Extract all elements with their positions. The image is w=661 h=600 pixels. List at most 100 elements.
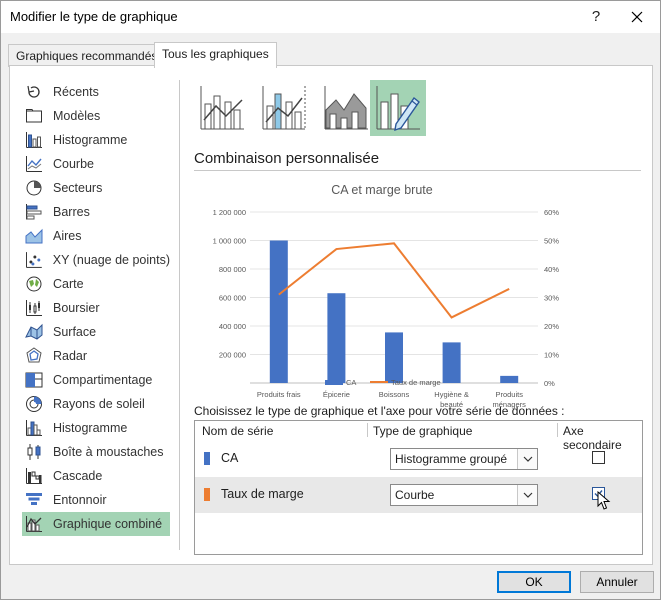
line-chart-icon bbox=[26, 156, 42, 172]
area-chart-icon bbox=[25, 228, 43, 244]
sidebar-item-column-chart[interactable]: Histogramme bbox=[22, 128, 170, 152]
sidebar-item-stock-chart[interactable]: Boursier bbox=[22, 296, 170, 320]
y2-tick-label: 20% bbox=[544, 322, 559, 331]
all-charts-panel: Récents Modèles Histogramme Courbe Secteurs B… bbox=[9, 65, 653, 565]
line-taux-de-marge bbox=[278, 242, 510, 319]
sidebar-item-map-chart[interactable]: Carte bbox=[22, 272, 170, 296]
sidebar-item-label: Histogramme bbox=[53, 133, 128, 147]
bar-ca bbox=[385, 332, 403, 383]
sidebar-item-line-chart[interactable]: Courbe bbox=[22, 152, 170, 176]
ok-button[interactable]: OK bbox=[497, 571, 571, 593]
sunburst-chart-icon bbox=[26, 396, 42, 412]
combo-clustered-column-line-option[interactable] bbox=[194, 80, 250, 136]
sidebar-item-recent[interactable]: Récents bbox=[22, 80, 170, 104]
series-prompt: Choisissez le type de graphique et l'axe… bbox=[194, 404, 565, 418]
series-row-taux-de-marge[interactable]: Taux de marge Courbe bbox=[195, 477, 642, 513]
y-tick-label: 400 000 bbox=[219, 322, 246, 331]
section-divider bbox=[194, 170, 641, 171]
x-tick-label: Produits frais bbox=[257, 390, 301, 399]
sidebar-item-surface-chart[interactable]: Surface bbox=[22, 320, 170, 344]
sidebar-item-waterfall-chart[interactable]: Cascade bbox=[22, 464, 170, 488]
sidebar-item-label: Aires bbox=[53, 229, 82, 243]
legend-label-ca: CA bbox=[346, 378, 356, 387]
combo-area-column-option[interactable] bbox=[318, 80, 374, 136]
bar-ca bbox=[500, 375, 519, 383]
y2-tick-label: 10% bbox=[544, 351, 559, 360]
section-title: Combinaison personnalisée bbox=[194, 150, 380, 167]
y2-tick-label: 40% bbox=[544, 265, 559, 274]
sidebar-divider bbox=[179, 80, 180, 550]
sidebar-item-label: Récents bbox=[53, 85, 99, 99]
dropdown-button[interactable] bbox=[517, 485, 537, 505]
sidebar-item-area-chart[interactable]: Aires bbox=[22, 224, 170, 248]
dropdown-button[interactable] bbox=[517, 449, 537, 469]
custom-combination-option[interactable] bbox=[370, 80, 426, 136]
header-chart-type: Type de graphique bbox=[373, 424, 473, 438]
title-bar: Modifier le type de graphique ? bbox=[1, 1, 660, 33]
series-table: Nom de série Type de graphique Axe secon… bbox=[194, 420, 643, 555]
sidebar-item-label: Boursier bbox=[53, 301, 100, 315]
combo-column-line-secondary-option[interactable] bbox=[256, 80, 312, 136]
sidebar-item-histogram-chart[interactable]: Histogramme bbox=[22, 416, 170, 440]
sidebar-item-label: Courbe bbox=[53, 157, 94, 171]
scatter-chart-icon bbox=[25, 252, 42, 268]
chart-type-select[interactable]: Courbe bbox=[390, 484, 538, 506]
column-line-secondary-thumbnail-icon bbox=[262, 86, 306, 130]
sidebar-item-scatter-chart[interactable]: XY (nuage de points) bbox=[22, 248, 170, 272]
bar-ca bbox=[327, 293, 346, 383]
chart-type-value: Courbe bbox=[395, 488, 435, 502]
tab-recommended-charts[interactable]: Graphiques recommandés bbox=[8, 44, 166, 67]
series-color-swatch bbox=[204, 488, 210, 501]
chart-preview-svg: CA et marge brute 0% 200 000 10% 400 000 20% 6… bbox=[213, 183, 560, 409]
recent-icon bbox=[27, 85, 40, 98]
help-button[interactable]: ? bbox=[586, 6, 606, 28]
map-chart-icon bbox=[26, 276, 42, 292]
sidebar-item-label: Modèles bbox=[53, 109, 101, 123]
y-tick-label: 1 000 000 bbox=[213, 237, 246, 246]
chart-title: CA et marge brute bbox=[331, 183, 432, 197]
series-color-swatch bbox=[204, 452, 210, 465]
y-tick-label: 1 200 000 bbox=[213, 208, 246, 217]
cancel-button[interactable]: Annuler bbox=[580, 571, 654, 593]
sidebar-item-sunburst-chart[interactable]: Rayons de soleil bbox=[22, 392, 170, 416]
sidebar-item-combo-chart[interactable]: Graphique combiné bbox=[22, 512, 170, 536]
sidebar-item-label: Barres bbox=[53, 205, 90, 219]
sidebar-item-folder[interactable]: Modèles bbox=[22, 104, 170, 128]
legend-swatch-ca bbox=[325, 380, 343, 385]
close-button[interactable] bbox=[625, 6, 649, 28]
radar-chart-icon bbox=[26, 347, 42, 363]
tab-all-charts[interactable]: Tous les graphiques bbox=[154, 42, 277, 68]
sidebar-item-label: Carte bbox=[53, 277, 84, 291]
series-row-ca[interactable]: CA Histogramme groupé bbox=[195, 441, 642, 477]
sidebar-item-bar-chart[interactable]: Barres bbox=[22, 200, 170, 224]
sidebar-item-funnel-chart[interactable]: Entonnoir bbox=[22, 488, 170, 512]
secondary-axis-checkbox[interactable] bbox=[592, 451, 605, 464]
column-chart-icon bbox=[26, 132, 42, 148]
sidebar-item-radar-chart[interactable]: Radar bbox=[22, 344, 170, 368]
chevron-down-icon bbox=[523, 492, 532, 498]
sidebar-item-label: Secteurs bbox=[53, 181, 103, 195]
sidebar-item-label: Entonnoir bbox=[53, 493, 107, 507]
pie-chart-icon bbox=[26, 180, 42, 196]
sidebar-item-pie-chart[interactable]: Secteurs bbox=[22, 176, 170, 200]
custom-combo-thumbnail-icon bbox=[376, 86, 420, 132]
surface-chart-icon bbox=[25, 323, 43, 340]
sidebar-item-box-whisker-chart[interactable]: Boîte à moustaches bbox=[22, 440, 170, 464]
combo-chart-icon bbox=[26, 516, 42, 532]
stock-chart-icon bbox=[26, 300, 42, 316]
series-name: Taux de marge bbox=[221, 487, 304, 501]
waterfall-chart-icon bbox=[26, 468, 42, 484]
histogram-chart-icon bbox=[26, 420, 42, 436]
y-tick-label: 800 000 bbox=[219, 265, 246, 274]
close-icon bbox=[631, 11, 643, 23]
chart-type-select[interactable]: Histogramme groupé bbox=[390, 448, 538, 470]
sidebar-item-label: XY (nuage de points) bbox=[52, 253, 170, 267]
sidebar-item-label: Histogramme bbox=[53, 421, 128, 435]
y-tick-label: 200 000 bbox=[219, 351, 246, 360]
change-chart-type-dialog: Modifier le type de graphique ? Graphiqu… bbox=[0, 0, 661, 600]
chevron-down-icon bbox=[523, 456, 532, 462]
chart-preview: CA et marge brute 0% 200 000 10% 400 000 20% 6… bbox=[194, 174, 571, 409]
dialog-title: Modifier le type de graphique bbox=[10, 9, 178, 24]
sidebar-item-label: Graphique combiné bbox=[53, 517, 163, 531]
sidebar-item-treemap-chart[interactable]: Compartimentage bbox=[22, 368, 170, 392]
